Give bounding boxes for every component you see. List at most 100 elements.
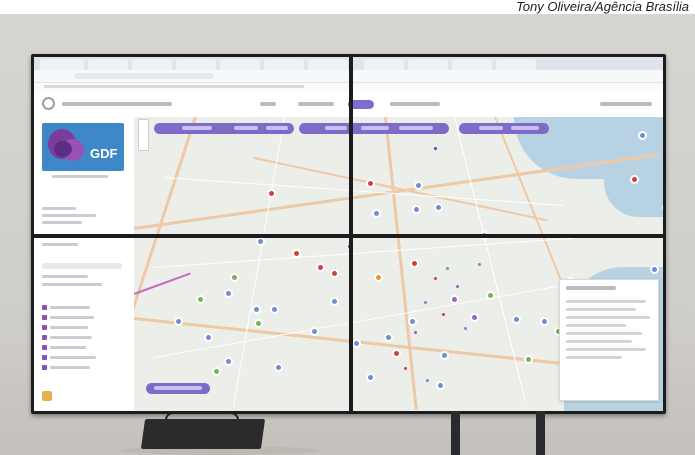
map-marker [254, 319, 263, 328]
map-action-button [146, 383, 210, 394]
map-marker [310, 327, 319, 336]
map-marker [270, 305, 279, 314]
filter-chip-text [325, 126, 347, 130]
browser-tab [40, 59, 84, 70]
nav-item-blur [298, 102, 334, 106]
map-marker [512, 315, 521, 324]
street [153, 237, 574, 268]
stand-leg [536, 411, 545, 455]
browser-tab [364, 59, 404, 70]
map-marker [267, 189, 276, 198]
browser-tab [496, 59, 536, 70]
highway [253, 157, 548, 222]
filter-chip-text [234, 126, 258, 130]
info-panel-line [566, 316, 650, 319]
filter-chip [459, 123, 549, 134]
browser-tab [264, 59, 304, 70]
layer-label-blur [50, 346, 86, 349]
map-point [442, 313, 445, 316]
map-marker [230, 273, 239, 282]
sidebar-line [42, 221, 82, 224]
layer-checkbox [42, 365, 47, 370]
browser-tab [176, 59, 216, 70]
browser-tab [408, 59, 448, 70]
map-point [456, 285, 459, 288]
layer-label-blur [50, 306, 90, 309]
map-marker [224, 357, 233, 366]
map-marker [330, 269, 339, 278]
layer-label-blur [50, 366, 90, 369]
map-point [434, 147, 437, 150]
stand-leg [451, 411, 460, 455]
map-marker [524, 355, 533, 364]
map-marker [252, 305, 261, 314]
map-marker [486, 291, 495, 300]
filter-chip-text [399, 126, 433, 130]
map-marker [256, 237, 265, 246]
map-point [434, 277, 437, 280]
map-point [478, 263, 481, 266]
map-marker [410, 259, 419, 268]
map-marker [316, 263, 325, 272]
info-panel-line [566, 348, 646, 351]
app-logo-icon [42, 97, 55, 110]
map-marker [224, 289, 233, 298]
map-marker [330, 297, 339, 306]
sidebar-line [42, 243, 78, 246]
map-point [424, 301, 427, 304]
bookmarks-blur [44, 85, 304, 88]
url-field [74, 73, 214, 79]
map-marker [412, 205, 421, 214]
filter-chip-text [182, 126, 212, 130]
filter-chip-text [361, 126, 389, 130]
browser-tab [452, 59, 492, 70]
street [454, 117, 527, 403]
map-marker [630, 175, 639, 184]
info-panel-title-blur [566, 286, 616, 290]
browser-tab [308, 59, 348, 70]
map-zoom-control [138, 119, 149, 151]
info-panel-line [566, 332, 642, 335]
filter-chip-text [266, 126, 288, 130]
map-marker [292, 249, 301, 258]
nav-item-blur [260, 102, 276, 106]
map-marker [372, 209, 381, 218]
info-panel-line [566, 324, 626, 327]
layer-checkbox [42, 335, 47, 340]
map-marker [212, 367, 221, 376]
map-marker [374, 273, 383, 282]
map-marker [392, 349, 401, 358]
sidebar-line [42, 283, 102, 286]
bezel-horizontal [31, 234, 666, 238]
nav-item-blur [390, 102, 440, 106]
logo-shape [54, 141, 72, 157]
layer-checkbox [42, 305, 47, 310]
layer-checkbox [42, 345, 47, 350]
map-marker [470, 313, 479, 322]
map-point [426, 379, 429, 382]
map-marker [540, 317, 549, 326]
app-title-blur [62, 102, 172, 106]
map-point [464, 327, 467, 330]
browser-tab [88, 59, 128, 70]
layer-checkbox [42, 355, 47, 360]
browser-tab [220, 59, 260, 70]
info-panel-line [566, 356, 622, 359]
map-action-button-text [154, 386, 202, 390]
map-marker [174, 317, 183, 326]
sidebar-line [42, 207, 76, 210]
sidebar-line [42, 275, 88, 278]
info-panel-line [566, 308, 636, 311]
map-marker [436, 381, 445, 390]
layer-label-blur [50, 356, 96, 359]
map-marker [638, 131, 647, 140]
sidebar-select-blur [42, 263, 122, 269]
sidebar-panel: GDF [34, 117, 135, 411]
keyboard [140, 419, 266, 449]
user-menu-blur [600, 102, 652, 106]
map-point [414, 331, 417, 334]
browser-tab [132, 59, 172, 70]
sidebar-subtitle-blur [52, 175, 108, 178]
layer-label-blur [50, 326, 88, 329]
layer-checkbox [42, 325, 47, 330]
